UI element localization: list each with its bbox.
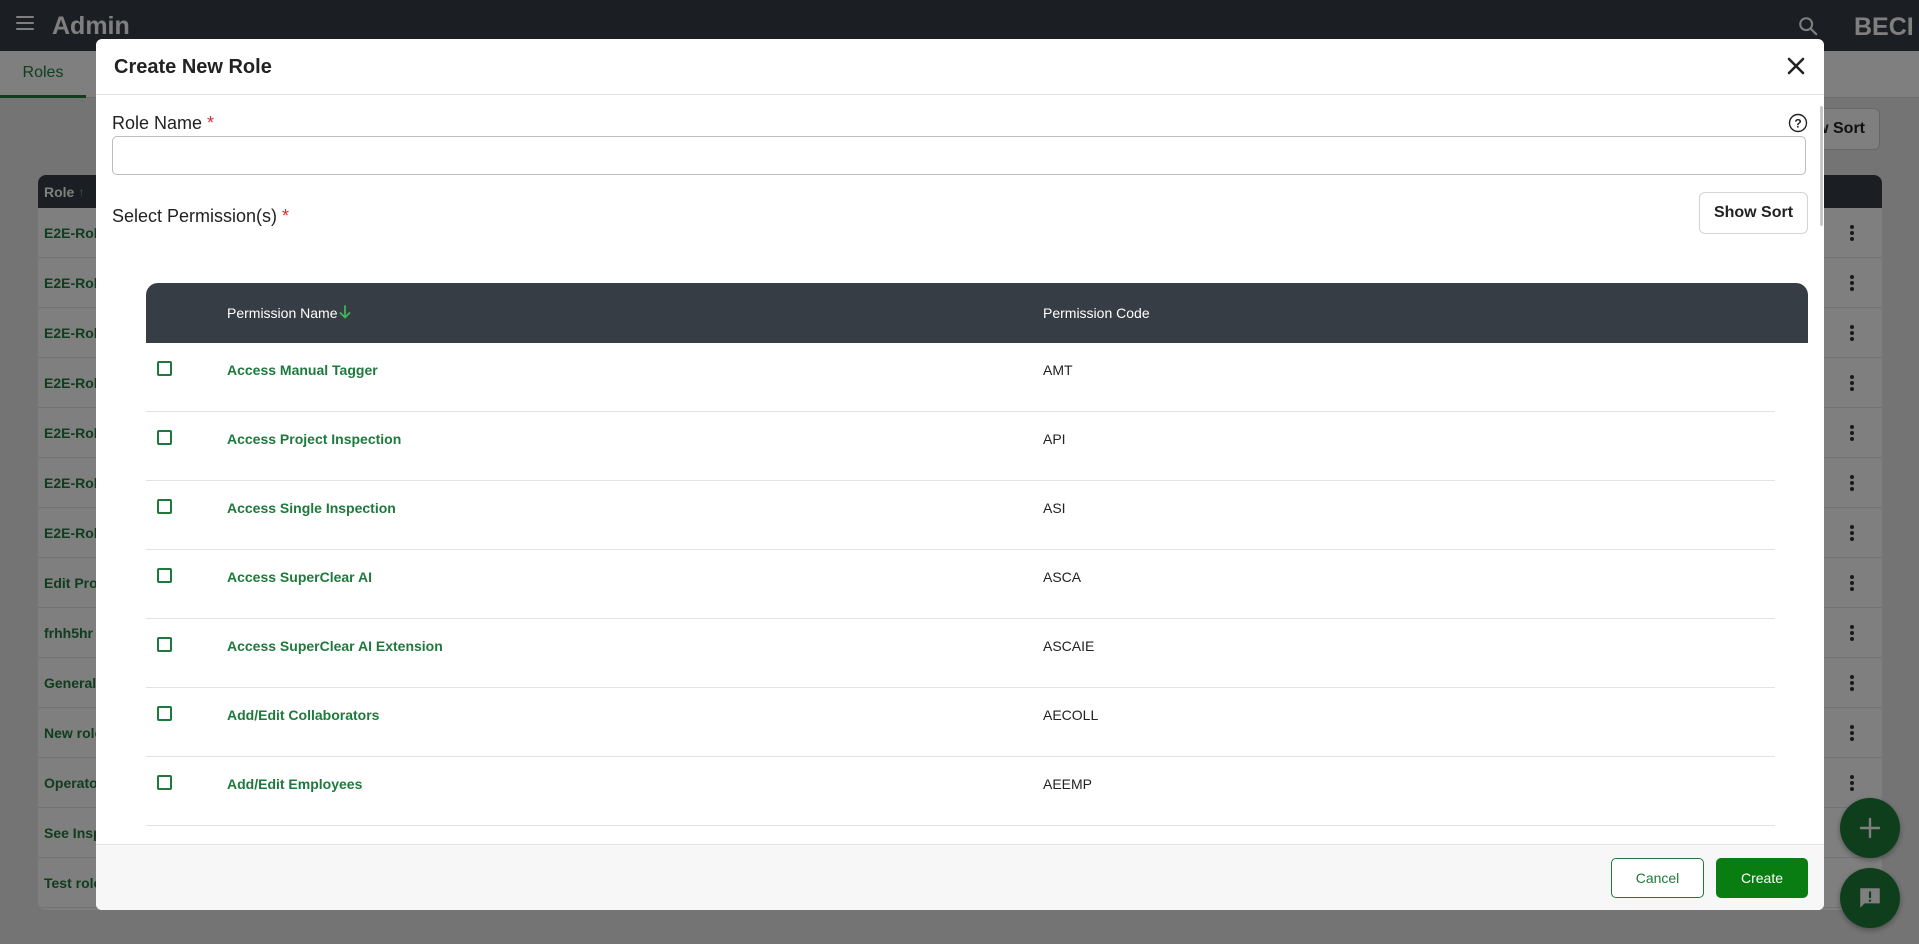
permissions-label: Select Permission(s) * — [112, 206, 289, 227]
permission-checkbox[interactable] — [157, 568, 172, 583]
create-role-dialog: Create New Role Role Name * ? Select Perm… — [96, 39, 1824, 910]
role-name-label: Role Name * — [112, 113, 214, 134]
permission-row: Access Manual Tagger AMT — [146, 343, 1808, 412]
permission-row: Access Project Inspection API — [146, 412, 1808, 481]
permission-checkbox[interactable] — [157, 706, 172, 721]
arrow-down-icon[interactable] — [338, 304, 352, 320]
permission-checkbox[interactable] — [157, 775, 172, 790]
role-name-label-text: Role Name — [112, 113, 203, 133]
permission-checkbox[interactable] — [157, 499, 172, 514]
permission-code: ASCAIE — [1043, 638, 1095, 654]
permission-name[interactable]: Access SuperClear AI Extension — [227, 638, 443, 654]
permission-code: API — [1043, 431, 1066, 447]
permission-code: AEEMP — [1043, 776, 1093, 792]
create-button[interactable]: Create — [1716, 858, 1808, 898]
required-asterisk: * — [207, 113, 215, 133]
show-sort-button[interactable]: Show Sort — [1699, 192, 1808, 234]
permissions-table: Permission Name Permission Code Access M… — [146, 283, 1808, 844]
cancel-button[interactable]: Cancel — [1611, 858, 1704, 898]
permission-code: AMT — [1043, 362, 1073, 378]
permission-row: Access SuperClear AI ASCA — [146, 550, 1808, 619]
permission-row: Add/Edit Collaborators AECOLL — [146, 688, 1808, 757]
close-icon[interactable] — [1784, 54, 1808, 78]
dialog-header: Create New Role — [96, 39, 1824, 95]
permission-name-column-header[interactable]: Permission Name — [227, 305, 337, 321]
permission-name[interactable]: Add/Edit Collaborators — [227, 707, 379, 723]
permission-code: AECOLL — [1043, 707, 1099, 723]
permissions-label-text: Select Permission(s) — [112, 206, 278, 226]
permission-row — [146, 826, 1808, 844]
permission-row: Add/Edit Employees AEEMP — [146, 757, 1808, 826]
permission-code: ASI — [1043, 500, 1066, 516]
required-asterisk: * — [282, 206, 290, 226]
permission-name[interactable]: Access SuperClear AI — [227, 569, 372, 585]
permission-code-column-header[interactable]: Permission Code — [1043, 305, 1150, 321]
permission-code: ASCA — [1043, 569, 1082, 585]
permissions-table-header: Permission Name Permission Code — [146, 283, 1808, 343]
help-icon[interactable]: ? — [1788, 113, 1808, 133]
dialog-body: Role Name * ? Select Permission(s) * Show … — [96, 96, 1824, 844]
permission-checkbox[interactable] — [157, 637, 172, 652]
dialog-scrollbar[interactable] — [1820, 106, 1823, 226]
permission-checkbox[interactable] — [157, 430, 172, 445]
permission-name[interactable]: Access Single Inspection — [227, 500, 396, 516]
role-name-input[interactable] — [112, 136, 1806, 175]
permission-name[interactable]: Access Manual Tagger — [227, 362, 378, 378]
permission-name[interactable]: Add/Edit Employees — [227, 776, 362, 792]
permission-name[interactable]: Access Project Inspection — [227, 431, 401, 447]
permission-checkbox[interactable] — [157, 361, 172, 376]
permission-row: Access Single Inspection ASI — [146, 481, 1808, 550]
dialog-footer: Cancel Create — [96, 844, 1824, 910]
permission-row: Access SuperClear AI Extension ASCAIE — [146, 619, 1808, 688]
dialog-title: Create New Role — [114, 56, 272, 78]
svg-text:?: ? — [1794, 116, 1801, 130]
